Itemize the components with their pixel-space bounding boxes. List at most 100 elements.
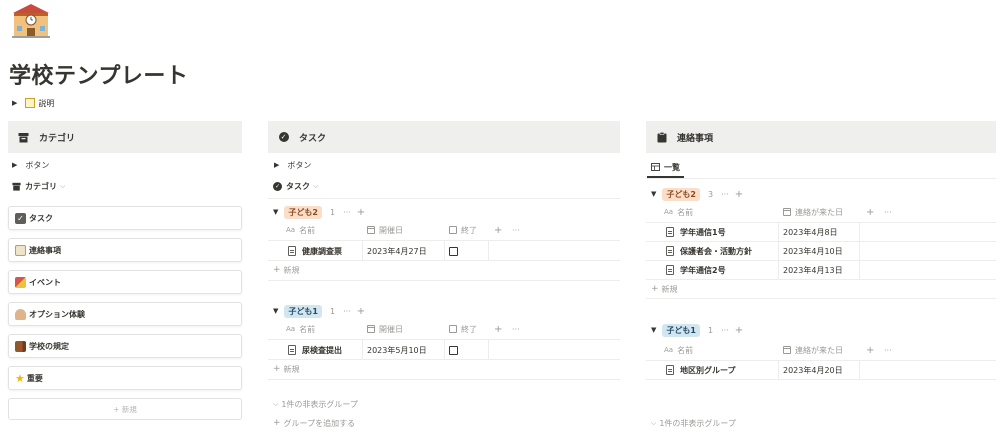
table-row-name[interactable]: 学年通信1号 (666, 223, 726, 241)
page-icon (666, 265, 674, 275)
hidden-groups-toggle[interactable]: ⌵ 1件の非表示グループ (651, 417, 736, 429)
card-label: 連絡事項 (29, 245, 61, 255)
category-card-task[interactable]: ✓ タスク (8, 206, 242, 230)
plus-icon: + (273, 418, 281, 428)
new-row-button[interactable]: + 新規 (273, 363, 300, 375)
category-header[interactable]: カテゴリ (8, 121, 242, 153)
table-row-date[interactable]: 2023年5月10日 (367, 341, 427, 359)
tab-list[interactable]: 一覧 (651, 161, 680, 173)
student-icon (15, 308, 26, 320)
description-label: 説明 (38, 98, 55, 108)
task-view-selector[interactable]: ✓ タスク ⌵ (273, 179, 318, 193)
card-label: 学校の規定 (29, 341, 69, 351)
property-header-done[interactable]: 終了 (449, 221, 477, 239)
property-header-date[interactable]: 開催日 (367, 320, 403, 338)
collapse-arrow-icon: ▼ (651, 326, 657, 334)
new-row-button[interactable]: + 新規 (651, 283, 678, 295)
more-icon[interactable]: ··· (343, 307, 351, 316)
add-property-button[interactable]: + (866, 203, 874, 221)
property-header-name[interactable]: Aa 名前 (286, 221, 315, 239)
table-row-date[interactable]: 2023年4月27日 (367, 242, 427, 260)
add-icon[interactable]: + (357, 306, 365, 317)
check-circle-icon: ✓ (273, 181, 282, 191)
add-group-button[interactable]: + グループを追加する (273, 417, 355, 429)
add-icon[interactable]: + (735, 189, 743, 200)
card-label: タスク (29, 213, 53, 223)
view-label: カテゴリ (25, 181, 57, 191)
group-header[interactable]: ▼ 子ども1 1 ··· + (651, 323, 743, 337)
table-row-name[interactable]: 学年通信2号 (666, 261, 726, 279)
category-card-rules[interactable]: 学校の規定 (8, 334, 242, 358)
more-icon[interactable]: ··· (721, 326, 729, 335)
more-icon[interactable]: ··· (343, 208, 351, 217)
category-card-important[interactable]: ★ 重要 (8, 366, 242, 390)
add-property-button[interactable]: + (494, 320, 502, 338)
collapse-arrow-icon: ▼ (273, 307, 279, 315)
collapse-arrow-icon: ▼ (651, 190, 657, 198)
add-property-button[interactable]: + (494, 221, 502, 239)
chevron-down-icon: ⌵ (651, 418, 657, 427)
table-row-date[interactable]: 2023年4月8日 (783, 223, 838, 241)
toggle-arrow-icon: ▶ (274, 161, 280, 169)
group-header[interactable]: ▼ 子ども2 1 ··· + (273, 205, 365, 219)
school-building-icon[interactable] (10, 3, 52, 39)
archive-box-icon (18, 132, 29, 143)
group-header[interactable]: ▼ 子ども1 1 ··· + (273, 304, 365, 318)
property-header-date[interactable]: 開催日 (367, 221, 403, 239)
more-icon[interactable]: ··· (512, 221, 520, 239)
text-property-icon: Aa (286, 325, 296, 333)
more-icon[interactable]: ··· (512, 320, 520, 338)
description-toggle[interactable]: ▶ 説明 (12, 96, 54, 110)
table-row-name[interactable]: 尿検査提出 (288, 341, 342, 359)
table-row-date[interactable]: 2023年4月20日 (783, 361, 843, 379)
plus-icon: + (273, 265, 281, 275)
table-row-name[interactable]: 健康調査票 (288, 242, 342, 260)
property-header-name[interactable]: Aa 名前 (664, 341, 693, 359)
plus-icon: + (273, 364, 281, 374)
chevron-down-icon: ⌵ (313, 181, 319, 190)
task-header[interactable]: ✓ タスク (268, 121, 620, 153)
hidden-groups-toggle[interactable]: ⌵ 1件の非表示グループ (273, 398, 358, 410)
more-icon[interactable]: ··· (884, 203, 892, 221)
button-label: ボタン (287, 160, 312, 170)
table-row-name[interactable]: 保護者会・活動方針 (666, 242, 752, 260)
group-tag: 子ども2 (662, 187, 700, 201)
property-header-name[interactable]: Aa 名前 (664, 203, 693, 221)
add-icon[interactable]: + (735, 325, 743, 336)
table-icon (651, 163, 660, 171)
table-row-date[interactable]: 2023年4月13日 (783, 261, 843, 279)
group-header[interactable]: ▼ 子ども2 3 ··· + (651, 187, 743, 201)
new-card-button[interactable]: + 新規 (8, 398, 242, 420)
category-card-notice[interactable]: 連絡事項 (8, 238, 242, 262)
page-icon (288, 246, 296, 256)
table-row-done[interactable] (449, 341, 458, 359)
checkbox[interactable] (449, 345, 458, 355)
collapse-arrow-icon: ▼ (273, 208, 279, 216)
property-header-date[interactable]: 連絡が来た日 (783, 341, 843, 359)
table-row-done[interactable] (449, 242, 458, 260)
category-card-option[interactable]: オプション体験 (8, 302, 242, 326)
property-header-name[interactable]: Aa 名前 (286, 320, 315, 338)
more-icon[interactable]: ··· (884, 341, 892, 359)
group-tag: 子ども2 (284, 205, 322, 219)
page-title[interactable]: 学校テンプレート (9, 58, 188, 90)
middle-button-toggle[interactable]: ▶ ボタン (274, 158, 311, 172)
text-property-icon: Aa (664, 208, 674, 216)
property-header-date[interactable]: 連絡が来た日 (783, 203, 843, 221)
table-row-name[interactable]: 地区別グループ (666, 361, 736, 379)
notice-header-label: 連絡事項 (677, 133, 714, 144)
add-property-button[interactable]: + (866, 341, 874, 359)
left-button-toggle[interactable]: ▶ ボタン (12, 158, 49, 172)
property-header-done[interactable]: 終了 (449, 320, 477, 338)
add-icon[interactable]: + (357, 207, 365, 218)
more-icon[interactable]: ··· (721, 190, 729, 199)
checkbox[interactable] (449, 246, 458, 256)
notice-header[interactable]: 連絡事項 (646, 121, 996, 153)
table-row-date[interactable]: 2023年4月10日 (783, 242, 843, 260)
toggle-arrow-icon: ▶ (12, 99, 18, 107)
calendar-icon (783, 346, 791, 354)
category-view-selector[interactable]: カテゴリ ⌵ (12, 179, 65, 193)
page-icon (666, 365, 674, 375)
new-row-button[interactable]: + 新規 (273, 264, 300, 276)
category-card-event[interactable]: イベント (8, 270, 242, 294)
